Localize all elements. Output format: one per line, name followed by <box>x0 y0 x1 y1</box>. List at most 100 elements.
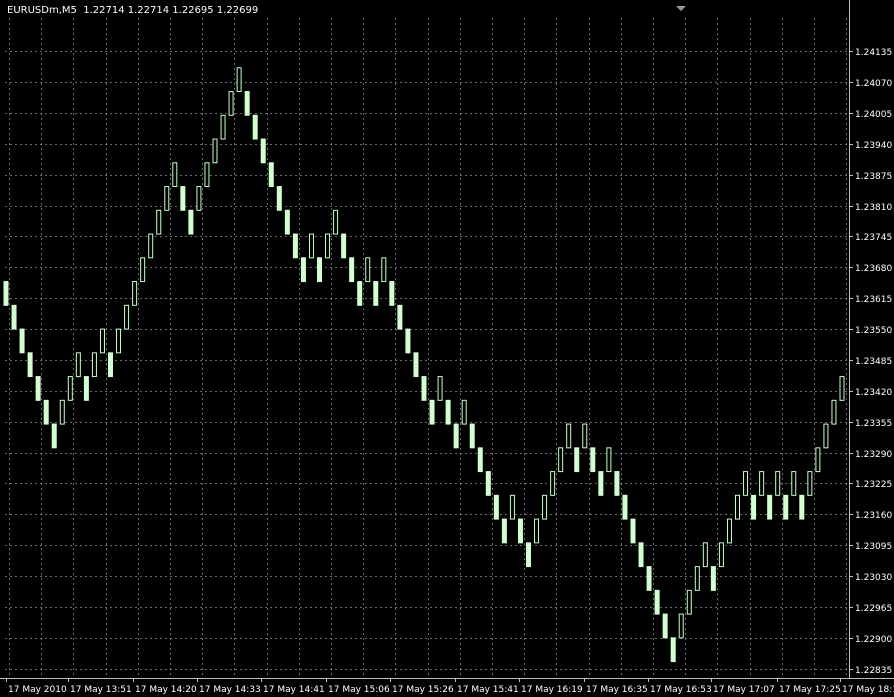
bear-candle <box>389 281 395 306</box>
bull-candle <box>308 233 314 259</box>
y-tick-label: 1.23875 <box>855 172 892 182</box>
bull-candle <box>236 67 242 93</box>
bull-candle <box>140 257 146 283</box>
y-tick-label: 1.22835 <box>855 666 892 676</box>
bear-candle <box>357 281 363 306</box>
y-tick-label: 1.23485 <box>855 357 892 367</box>
bear-candle <box>268 162 274 188</box>
bear-candle <box>574 447 580 473</box>
bear-candle <box>751 494 757 520</box>
bear-candle <box>493 494 499 520</box>
bear-candle <box>244 91 250 116</box>
y-tick-label: 1.24070 <box>855 79 892 89</box>
bear-candle <box>429 399 435 425</box>
bull-candle <box>132 281 138 306</box>
chart-info-label: EURUSDm,M5 1.22714 1.22714 1.22695 1.226… <box>7 5 258 16</box>
bear-candle <box>526 542 531 568</box>
x-tick-label: 17 May 15:41 <box>457 685 519 695</box>
bear-candle <box>11 304 17 330</box>
bull-candle <box>542 494 548 520</box>
bear-candle <box>670 637 676 663</box>
y-tick-label: 1.22900 <box>855 635 892 645</box>
bear-candle <box>180 186 186 211</box>
bull-candle <box>91 352 97 378</box>
bull-candle <box>365 257 371 283</box>
bear-candle <box>108 352 113 378</box>
bull-candle <box>566 423 572 449</box>
bear-candle <box>397 304 403 330</box>
y-tick-label: 1.23290 <box>855 450 892 460</box>
bull-candle <box>67 376 73 401</box>
x-tick-label: 17 May 14:20 <box>135 685 197 695</box>
symbol-label: EURUSDm,M5 <box>7 5 77 16</box>
x-tick-label: 17 May 16:19 <box>521 685 583 695</box>
bear-candle <box>710 566 716 591</box>
y-tick-label: 1.23095 <box>855 542 892 552</box>
bull-candle <box>839 376 845 401</box>
bear-candle <box>767 494 773 520</box>
bear-candle <box>292 233 298 259</box>
bear-candle <box>630 518 636 544</box>
x-tick-label: 17 May 14:33 <box>199 685 261 695</box>
bear-candle <box>646 566 652 591</box>
bull-candle <box>791 471 797 496</box>
bear-candle <box>19 328 25 354</box>
bear-candle <box>43 399 49 425</box>
bear-candle <box>517 518 523 544</box>
bull-candle <box>807 471 813 496</box>
bull-candle <box>726 518 732 544</box>
bull-candle <box>99 328 105 354</box>
bear-candle <box>622 494 628 520</box>
y-tick-label: 1.24135 <box>855 48 892 58</box>
bull-candle <box>718 542 724 568</box>
bull-candle <box>735 494 740 520</box>
bear-candle <box>799 494 805 520</box>
bull-candle <box>606 447 612 473</box>
bull-candle <box>220 114 226 140</box>
bull-candle <box>694 566 700 591</box>
y-tick-label: 1.23550 <box>855 326 892 336</box>
bear-candle <box>373 281 379 306</box>
bear-candle <box>252 114 258 140</box>
y-tick-label: 1.23940 <box>855 141 892 151</box>
bull-candle <box>59 399 65 425</box>
bear-candle <box>654 589 660 615</box>
bear-candle <box>469 423 475 449</box>
chart-background <box>0 0 894 697</box>
bull-candle <box>212 138 218 164</box>
bear-candle <box>27 352 33 378</box>
bear-candle <box>349 257 355 283</box>
x-tick-label: 17 May 2010 <box>8 685 67 695</box>
bear-candle <box>260 138 266 164</box>
bull-candle <box>678 613 684 639</box>
bull-candle <box>558 447 564 473</box>
bull-candle <box>702 542 708 568</box>
y-tick-label: 1.22965 <box>855 604 892 614</box>
renko-chart[interactable]: 1.24135 1.24070 1.24005 1.23940 1.23875 1.238… <box>0 0 894 697</box>
bear-candle <box>421 376 427 401</box>
bear-candle <box>590 447 596 473</box>
x-tick-label: 17 May 18:14 <box>842 685 894 695</box>
bull-candle <box>461 399 467 425</box>
bear-candle <box>638 542 644 568</box>
y-tick-label: 1.23160 <box>855 511 892 521</box>
bear-candle <box>485 471 491 496</box>
bear-candle <box>501 518 507 544</box>
bear-candle <box>83 376 89 401</box>
x-tick-label: 17 May 13:51 <box>70 685 132 695</box>
bull-candle <box>156 209 162 235</box>
bull-candle <box>743 471 749 496</box>
bear-candle <box>284 209 290 235</box>
bull-candle <box>509 494 515 520</box>
bull-candle <box>775 471 781 496</box>
bear-candle <box>477 447 483 473</box>
y-tick-label: 1.23810 <box>855 203 892 213</box>
bull-candle <box>124 304 130 330</box>
x-tick-label: 17 May 15:26 <box>392 685 454 695</box>
bull-candle <box>172 162 178 188</box>
bear-candle <box>405 328 411 354</box>
bull-candle <box>831 399 837 425</box>
bear-candle <box>783 494 789 520</box>
bear-candle <box>188 209 194 235</box>
bear-candle <box>614 471 620 496</box>
